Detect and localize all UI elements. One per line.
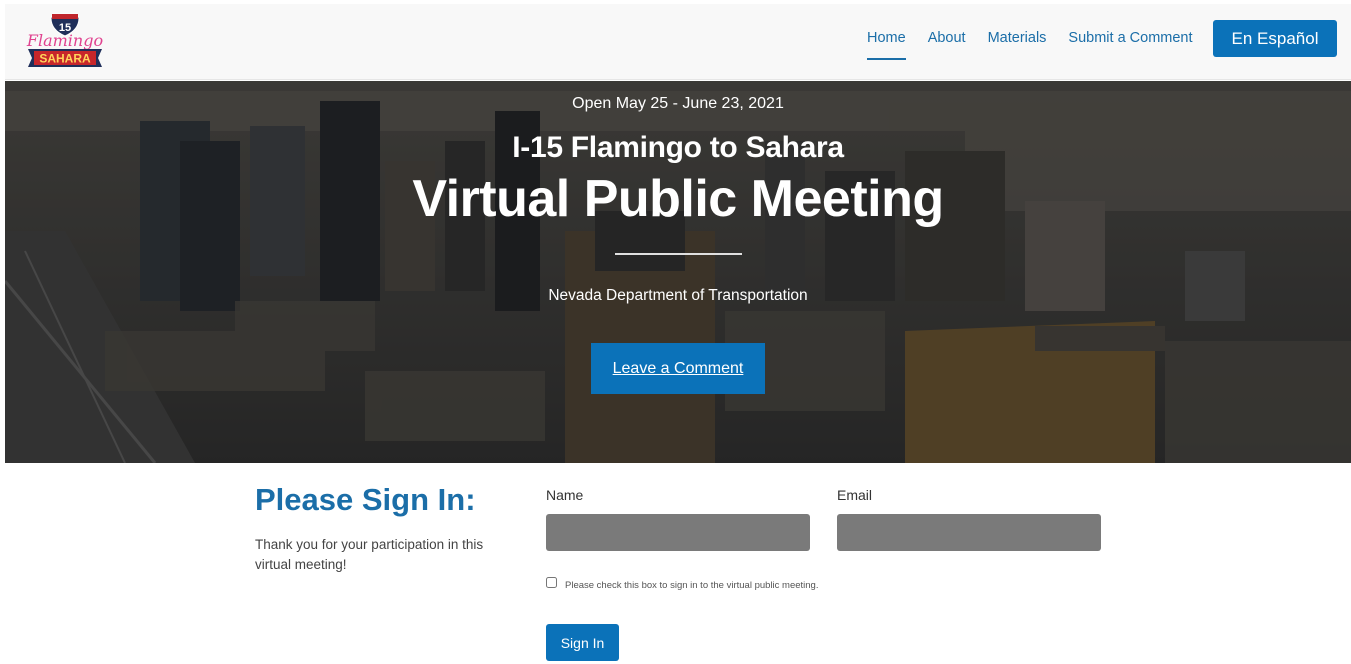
- hero-content: Open May 25 - June 23, 2021 I-15 Flaming…: [5, 81, 1351, 463]
- hero-divider: [615, 253, 742, 255]
- nav-materials-link[interactable]: Materials: [988, 30, 1047, 60]
- hero-banner: Open May 25 - June 23, 2021 I-15 Flaming…: [5, 81, 1351, 463]
- site-header: 15 Flamingo SAHARA Home About Materials …: [5, 4, 1351, 80]
- signin-consent-label: Please check this box to sign in to the …: [565, 580, 819, 591]
- logo-banner-text: SAHARA: [39, 52, 91, 66]
- nav-about-link[interactable]: About: [928, 30, 966, 60]
- hero-title: Virtual Public Meeting: [412, 170, 944, 228]
- meeting-open-dates: Open May 25 - June 23, 2021: [572, 95, 784, 112]
- signin-heading: Please Sign In:: [255, 482, 476, 517]
- signin-button[interactable]: Sign In: [546, 624, 619, 661]
- name-label: Name: [546, 487, 584, 503]
- nav-home-link[interactable]: Home: [867, 30, 906, 60]
- main-nav: Home About Materials Submit a Comment: [867, 30, 1215, 60]
- signin-description: Thank you for your participation in this…: [255, 537, 484, 572]
- i15-flamingo-sahara-logo-icon: 15 Flamingo SAHARA: [26, 13, 103, 67]
- name-input[interactable]: [546, 514, 810, 551]
- signin-consent-checkbox[interactable]: [546, 577, 557, 588]
- nav-submit-comment-link[interactable]: Submit a Comment: [1068, 30, 1192, 60]
- leave-comment-button[interactable]: Leave a Comment: [591, 343, 765, 394]
- hero-subtitle: I-15 Flamingo to Sahara: [512, 131, 844, 164]
- logo-script-text: Flamingo: [26, 31, 103, 50]
- site-logo[interactable]: 15 Flamingo SAHARA: [25, 12, 105, 68]
- email-input[interactable]: [837, 514, 1101, 551]
- email-label: Email: [837, 487, 873, 503]
- spanish-language-button[interactable]: En Español: [1213, 20, 1337, 57]
- agency-name: Nevada Department of Transportation: [548, 287, 808, 304]
